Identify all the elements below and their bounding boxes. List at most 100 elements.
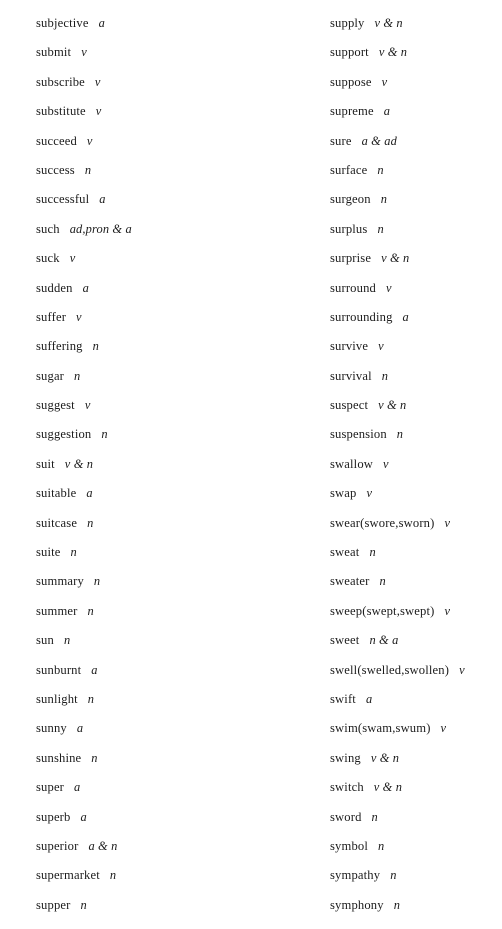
word-list-column-left: subjective a submit v subscribe v substitute v s… bbox=[36, 0, 298, 920]
headword: sweater bbox=[330, 574, 370, 589]
part-of-speech: v bbox=[94, 74, 101, 89]
part-of-speech: n bbox=[378, 838, 385, 853]
headword: substitute bbox=[36, 104, 86, 119]
word-entry: summary n bbox=[36, 567, 298, 596]
headword: sunshine bbox=[36, 750, 82, 765]
headword: surplus bbox=[330, 221, 368, 236]
word-entry: subjective a bbox=[36, 9, 298, 38]
word-entry: sweat n bbox=[330, 538, 502, 567]
word-entry: supply v & n bbox=[330, 9, 502, 38]
part-of-speech: a bbox=[365, 691, 373, 706]
headword: supper bbox=[36, 897, 71, 912]
part-of-speech: n bbox=[396, 427, 404, 442]
word-entry: swift a bbox=[330, 685, 502, 714]
headword: supreme bbox=[330, 104, 374, 119]
part-of-speech: v bbox=[86, 133, 93, 148]
part-of-speech: n bbox=[74, 368, 81, 383]
headword: supermarket bbox=[36, 868, 100, 883]
headword: surprise bbox=[330, 251, 372, 266]
headword: suite bbox=[36, 545, 61, 560]
headword: summer bbox=[36, 603, 78, 618]
word-entry: suitable a bbox=[36, 479, 298, 508]
part-of-speech: n bbox=[371, 809, 378, 824]
word-entry: survival n bbox=[330, 362, 502, 391]
part-of-speech: v & n bbox=[381, 251, 410, 266]
headword: suck bbox=[36, 251, 60, 266]
part-of-speech: n bbox=[84, 162, 92, 177]
headword: sunny bbox=[36, 721, 67, 736]
headword: swift bbox=[330, 691, 356, 706]
headword: surround bbox=[330, 280, 376, 295]
word-entry: swell(swelled,swollen) v bbox=[330, 656, 502, 685]
headword: suitcase bbox=[36, 515, 78, 530]
word-entry: support v & n bbox=[330, 38, 502, 67]
word-entry: submit v bbox=[36, 38, 298, 67]
word-entry: subscribe v bbox=[36, 68, 298, 97]
part-of-speech: v bbox=[383, 456, 389, 471]
word-entry: sugar n bbox=[36, 362, 298, 391]
word-list-page: subjective a submit v subscribe v substitute v s… bbox=[0, 0, 502, 929]
part-of-speech: n bbox=[63, 633, 71, 648]
word-entry: suite n bbox=[36, 538, 298, 567]
headword: successful bbox=[36, 192, 90, 207]
headword: superior bbox=[36, 838, 79, 853]
part-of-speech: a bbox=[80, 809, 87, 824]
part-of-speech: a bbox=[76, 721, 84, 736]
part-of-speech: n bbox=[93, 574, 101, 589]
word-entry: supreme a bbox=[330, 97, 502, 126]
word-entry: sunlight n bbox=[36, 685, 298, 714]
headword: sweet bbox=[330, 633, 360, 648]
part-of-speech: v & n bbox=[378, 45, 408, 60]
headword: swim(swam,swum) bbox=[330, 721, 431, 736]
word-entry: super a bbox=[36, 773, 298, 802]
headword: supply bbox=[330, 16, 365, 30]
word-entry: supper n bbox=[36, 891, 298, 920]
headword: suggest bbox=[36, 398, 75, 413]
part-of-speech: v bbox=[69, 251, 76, 266]
part-of-speech: a bbox=[99, 192, 106, 207]
part-of-speech: v bbox=[440, 721, 447, 736]
part-of-speech: v bbox=[81, 45, 87, 60]
headword: suitable bbox=[36, 486, 77, 501]
word-entry: swing v & n bbox=[330, 744, 502, 773]
word-entry: summer n bbox=[36, 597, 298, 626]
word-entry: such ad,pron & a bbox=[36, 215, 298, 244]
word-entry: surprise v & n bbox=[330, 244, 502, 273]
word-entry: suspect v & n bbox=[330, 391, 502, 420]
headword: sun bbox=[36, 633, 54, 648]
part-of-speech: n bbox=[101, 427, 108, 442]
part-of-speech: n bbox=[380, 192, 388, 207]
headword: switch bbox=[330, 780, 364, 795]
part-of-speech: n bbox=[87, 515, 94, 530]
headword: suggestion bbox=[36, 427, 92, 442]
part-of-speech: v bbox=[95, 104, 102, 119]
part-of-speech: v & n bbox=[370, 750, 400, 765]
headword: survive bbox=[330, 339, 369, 354]
word-entry: sunshine n bbox=[36, 744, 298, 773]
word-entry: succeed v bbox=[36, 127, 298, 156]
headword: sweep(swept,swept) bbox=[330, 603, 435, 618]
part-of-speech: v bbox=[84, 398, 91, 413]
part-of-speech: v bbox=[366, 486, 373, 501]
headword: sword bbox=[330, 809, 362, 824]
headword: suppose bbox=[330, 74, 372, 89]
part-of-speech: v bbox=[444, 515, 451, 530]
headword: swing bbox=[330, 750, 361, 765]
headword: suffering bbox=[36, 339, 83, 354]
part-of-speech: n bbox=[92, 339, 99, 354]
word-entry: superb a bbox=[36, 803, 298, 832]
part-of-speech: a bbox=[74, 780, 81, 795]
headword: surrounding bbox=[330, 309, 393, 324]
headword: surface bbox=[330, 162, 368, 177]
headword: swell(swelled,swollen) bbox=[330, 662, 450, 677]
word-entry: sunny a bbox=[36, 714, 298, 743]
part-of-speech: n bbox=[91, 750, 98, 765]
word-entry: surgeon n bbox=[330, 185, 502, 214]
word-entry: swim(swam,swum) v bbox=[330, 714, 502, 743]
part-of-speech: v bbox=[378, 339, 384, 354]
part-of-speech: n & a bbox=[369, 633, 399, 648]
part-of-speech: v & n bbox=[374, 16, 403, 30]
part-of-speech: n bbox=[390, 868, 397, 883]
part-of-speech: n bbox=[377, 221, 384, 236]
part-of-speech: ad,pron & a bbox=[69, 221, 132, 236]
